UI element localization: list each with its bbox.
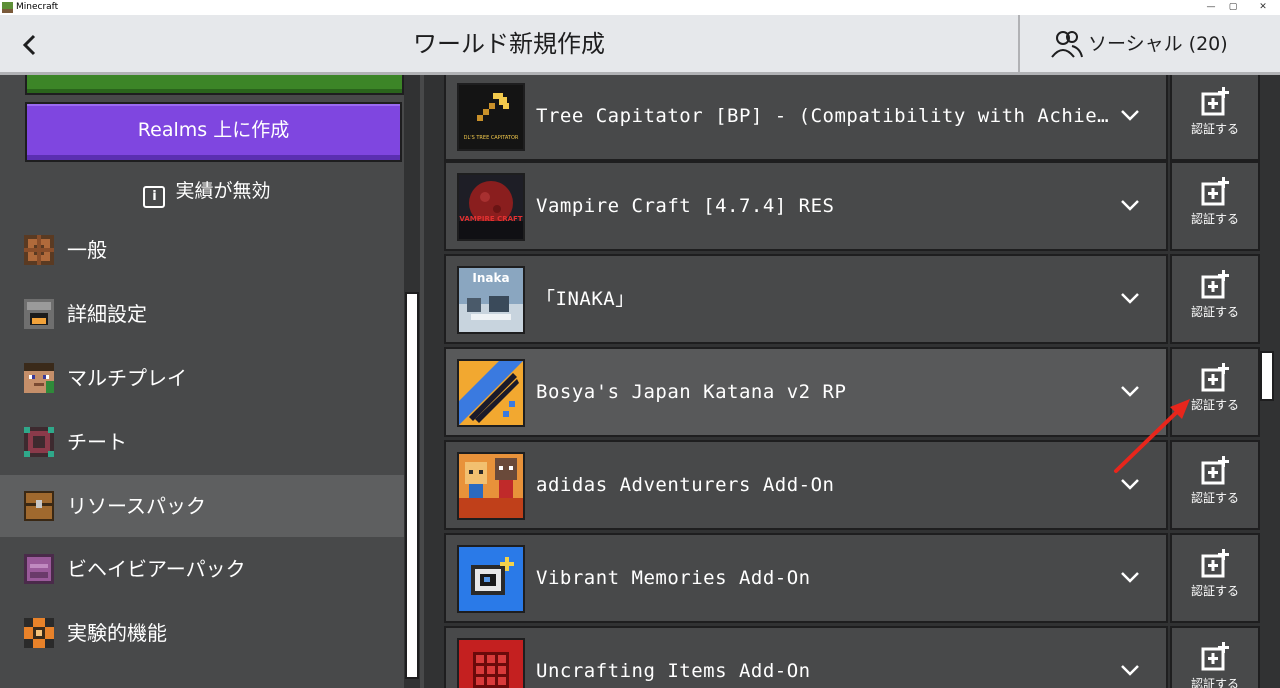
thumbnail-caption: VAMPIRE CRAFT	[459, 215, 523, 223]
crafting-grid-icon	[459, 640, 523, 688]
pack-thumbnail	[457, 452, 525, 520]
verify-label: 認証する	[1190, 584, 1239, 598]
camera-icon	[459, 547, 523, 611]
nav-label: マルチプレイ	[67, 366, 187, 390]
pack-thumbnail	[457, 545, 525, 613]
header: ワールド新規作成 ソーシャル (20)	[0, 15, 1280, 75]
command-block-icon	[24, 427, 54, 457]
nav-item-resource-packs[interactable]: リソースパック	[0, 475, 405, 537]
verify-button[interactable]: 認証する	[1170, 161, 1260, 251]
pack-name: Vibrant Memories Add-On	[536, 567, 811, 589]
people-icon	[1051, 31, 1083, 58]
pack-name: Bosya's Japan Katana v2 RP	[536, 381, 847, 403]
blood-moon-icon	[459, 175, 523, 239]
nav-item-experiments[interactable]: 実験的機能	[0, 602, 405, 664]
nav-item-multiplayer[interactable]: マルチプレイ	[0, 347, 405, 409]
add-verify-icon	[1201, 177, 1229, 206]
pack-thumbnail: DL'S TREE CAPITATOR	[457, 83, 525, 151]
nav-label: 一般	[67, 238, 107, 262]
add-verify-icon	[1201, 642, 1229, 671]
pack-row[interactable]: VAMPIRE CRAFT Vampire Craft [4.7.4] RES	[444, 161, 1168, 251]
pack-name: Vampire Craft [4.7.4] RES	[536, 195, 835, 217]
chevron-down-icon[interactable]	[1118, 658, 1142, 682]
verify-button[interactable]: 認証する	[1170, 626, 1260, 688]
social-button[interactable]: ソーシャル (20)	[1018, 15, 1280, 72]
nav-label: 実験的機能	[67, 621, 167, 645]
nav-label: リソースパック	[67, 494, 206, 518]
verify-label: 認証する	[1190, 491, 1239, 505]
verify-label: 認証する	[1190, 212, 1239, 226]
pack-row[interactable]: Bosya's Japan Katana v2 RP	[444, 347, 1168, 437]
furnace-icon	[24, 299, 54, 329]
pack-name: adidas Adventurers Add-On	[536, 474, 835, 496]
chevron-down-icon[interactable]	[1118, 379, 1142, 403]
thumbnail-caption: Inaka	[472, 271, 510, 285]
gear-block-icon	[24, 235, 54, 265]
verify-label: 認証する	[1190, 398, 1239, 412]
pack-row[interactable]: adidas Adventurers Add-On	[444, 440, 1168, 530]
pack-thumbnail: Inaka	[457, 266, 525, 334]
create-on-realms-button[interactable]: Realms 上に作成	[25, 102, 402, 162]
close-window-button[interactable]: ✕	[1246, 0, 1280, 15]
experimental-icon	[24, 618, 54, 648]
pack-list-scrollbar-thumb[interactable]	[1260, 351, 1274, 401]
nav-item-behavior-packs[interactable]: ビヘイビアーパック	[0, 538, 405, 600]
add-verify-icon	[1201, 87, 1229, 116]
add-verify-icon	[1201, 456, 1229, 485]
add-verify-icon	[1201, 549, 1229, 578]
page-title: ワールド新規作成	[413, 30, 605, 58]
adventurer-characters-icon	[459, 454, 523, 518]
pack-row[interactable]: Uncrafting Items Add-On	[444, 626, 1168, 688]
add-verify-icon	[1201, 270, 1229, 299]
chevron-down-icon[interactable]	[1118, 472, 1142, 496]
chevron-down-icon[interactable]	[1118, 565, 1142, 589]
verify-button[interactable]: 認証する	[1170, 440, 1260, 530]
thumbnail-caption: DL'S TREE CAPITATOR	[463, 135, 519, 141]
verify-label: 認証する	[1190, 677, 1239, 688]
achievements-notice-label: 実績が無効	[175, 180, 271, 202]
create-button-partial[interactable]	[25, 75, 404, 95]
pack-thumbnail	[457, 638, 525, 688]
settings-sidebar: Realms 上に作成 i 実績が無効 一般 詳細設定 マルチプレイ チート リソ…	[0, 75, 424, 688]
verify-button[interactable]: 認証する	[1170, 347, 1260, 437]
chevron-down-icon[interactable]	[1118, 286, 1142, 310]
verify-label: 認証する	[1190, 305, 1239, 319]
social-label: ソーシャル (20)	[1088, 33, 1228, 55]
pack-thumbnail: VAMPIRE CRAFT	[457, 173, 525, 241]
resource-pack-list: DL'S TREE CAPITATOR Tree Capitator [BP] …	[444, 75, 1280, 688]
window-titlebar: Minecraft — ▢ ✕	[0, 0, 1280, 15]
chevron-down-icon[interactable]	[1118, 103, 1142, 127]
katana-icon	[459, 361, 523, 425]
info-icon: i	[143, 186, 166, 208]
nav-item-advanced[interactable]: 詳細設定	[0, 283, 405, 345]
nav-label: 詳細設定	[67, 302, 147, 326]
nav-label: ビヘイビアーパック	[67, 557, 246, 581]
achievements-notice: i 実績が無効	[0, 173, 414, 209]
nav-label: チート	[67, 430, 127, 454]
behavior-pack-icon	[24, 554, 54, 584]
minecraft-app-icon	[2, 2, 13, 13]
verify-button[interactable]: 認証する	[1170, 533, 1260, 623]
verify-button[interactable]: 認証する	[1170, 75, 1260, 161]
pack-name: Tree Capitator [BP] - (Compatibility wit…	[536, 105, 1116, 127]
nav-item-cheats[interactable]: チート	[0, 411, 405, 473]
add-verify-icon	[1201, 363, 1229, 392]
verify-button[interactable]: 認証する	[1170, 254, 1260, 344]
nav-item-general[interactable]: 一般	[0, 219, 405, 281]
pack-row[interactable]: Vibrant Memories Add-On	[444, 533, 1168, 623]
panel-divider	[424, 75, 444, 688]
verify-label: 認証する	[1190, 122, 1239, 136]
maximize-button[interactable]: ▢	[1216, 0, 1250, 15]
steve-face-icon	[24, 363, 54, 393]
window-title: Minecraft	[16, 2, 59, 12]
pack-name: Uncrafting Items Add-On	[536, 660, 811, 682]
pack-row[interactable]: Inaka 「INAKA」	[444, 254, 1168, 344]
pack-row[interactable]: DL'S TREE CAPITATOR Tree Capitator [BP] …	[444, 75, 1168, 161]
pack-thumbnail	[457, 359, 525, 427]
pack-name: 「INAKA」	[536, 288, 635, 310]
chevron-down-icon[interactable]	[1118, 193, 1142, 217]
chest-icon	[24, 491, 54, 521]
sidebar-scrollbar-thumb[interactable]	[405, 292, 419, 679]
